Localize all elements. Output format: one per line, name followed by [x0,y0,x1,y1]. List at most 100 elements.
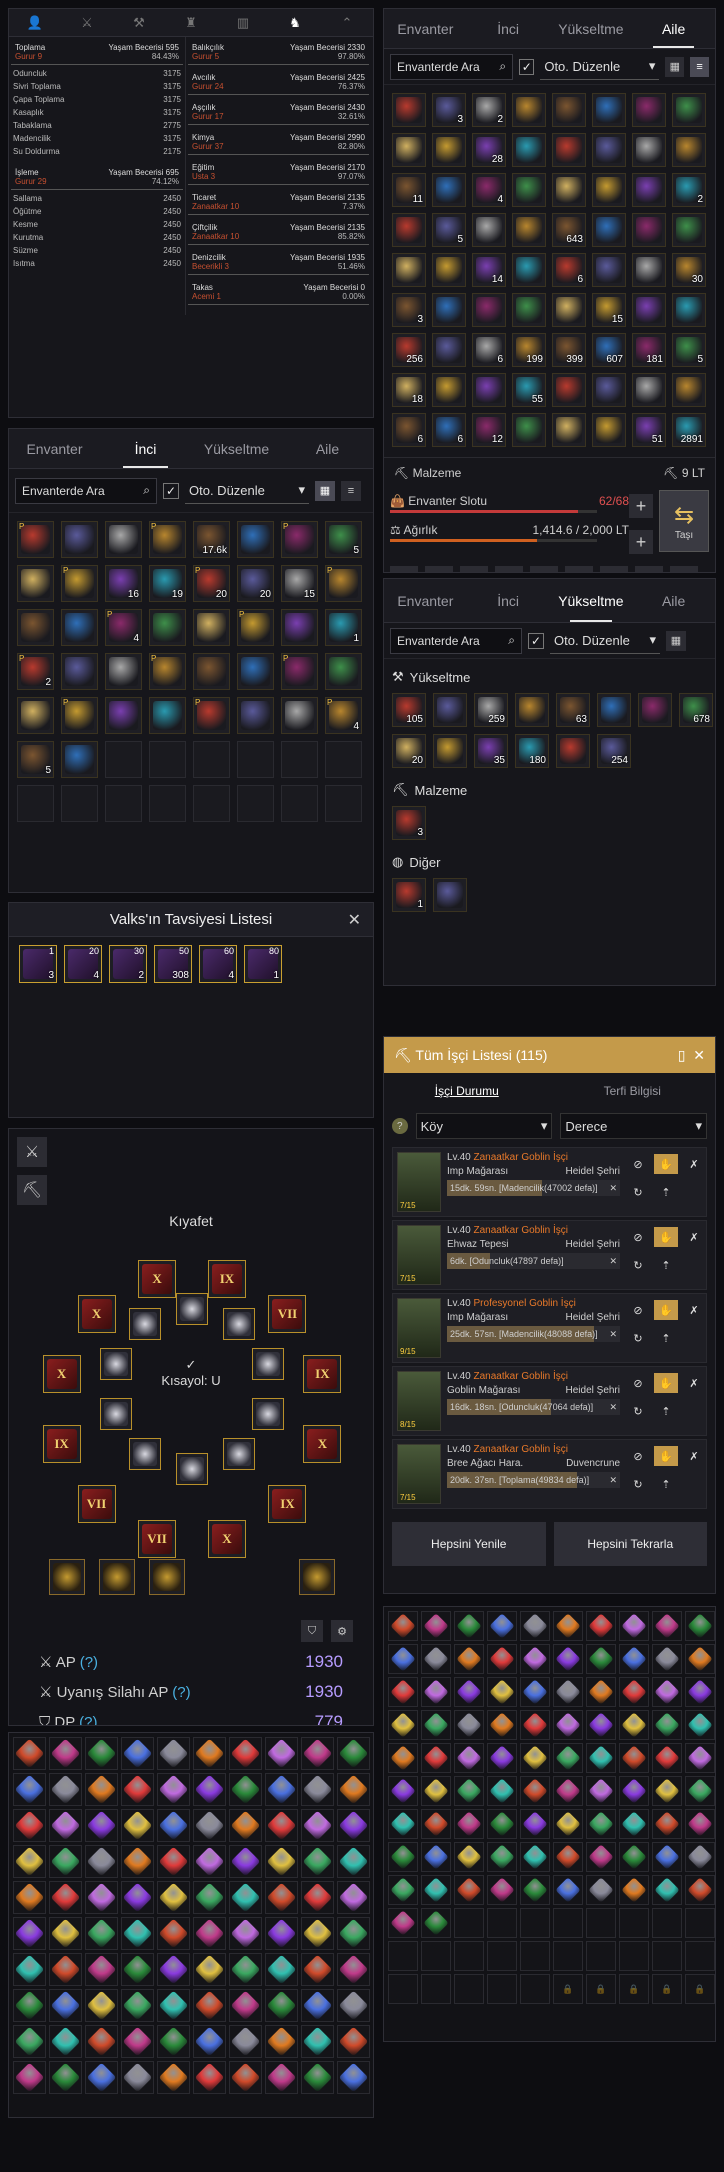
no-food-icon[interactable]: ⊘ [626,1446,650,1466]
flask-icon[interactable]: ⚗ [565,566,593,572]
item-slot[interactable]: P 20 [193,565,230,602]
add-weight-button[interactable]: + [629,530,653,554]
crystal-slot[interactable] [85,1881,118,1914]
crystal-slot[interactable] [619,1743,649,1773]
search-input[interactable]: Envanterde Ara ⌕ [390,53,514,80]
item-slot[interactable]: P4 [325,697,362,734]
user-icon[interactable]: 👤 [9,9,61,36]
item-slot[interactable] [61,609,98,646]
crystal-slot[interactable] [421,1644,451,1674]
item-slot[interactable] [632,293,666,327]
item-slot[interactable] [61,521,98,558]
move-button[interactable]: ⇆ Taşı [659,490,709,552]
grid-view-icon[interactable]: ▦ [666,630,686,651]
worker-row[interactable]: 8/15 Lv.40 Zanaatkar Goblin İşçi Goblin Ma… [392,1366,707,1436]
crystal-slot[interactable] [229,1773,262,1806]
crystal-slot[interactable] [652,1677,682,1707]
costume-slot[interactable] [176,1293,208,1325]
auto-sort-select[interactable]: Oto. Düzenle ▾ [185,478,309,504]
crystal-slot[interactable] [652,1776,682,1806]
crystal-slot[interactable] [586,1677,616,1707]
item-slot[interactable]: 19 [149,565,186,602]
upgrade-icon[interactable]: ⇡ [654,1401,678,1421]
crystal-slot[interactable] [487,1710,517,1740]
item-slot[interactable]: 2891 [672,413,706,447]
crystal-slot[interactable] [49,1773,82,1806]
auto-sort-checkbox[interactable]: ✓ [163,482,179,499]
item-slot[interactable] [632,173,666,207]
gear-slot[interactable]: IX [207,1259,246,1298]
crystal-slot[interactable] [487,1776,517,1806]
crystal-slot[interactable] [49,1917,82,1950]
crystal-slot[interactable] [685,1677,715,1707]
crystal-slot[interactable] [454,1809,484,1839]
cancel-icon[interactable]: ✕ [609,1183,617,1194]
life-skill-block[interactable]: Ticaret Yaşam Becerisi 2135 Zanaatkar 10 7.… [188,191,369,215]
crystal-slot[interactable] [13,1953,46,1986]
crystal-slot[interactable] [85,1773,118,1806]
crystal-slot[interactable] [685,1644,715,1674]
item-slot[interactable]: 199 [512,333,546,367]
hammer-icon[interactable]: ⚒ [600,566,628,572]
item-slot[interactable]: 3 [432,93,466,127]
life-skill-block[interactable]: İşleme Yaşam Becerisi 695 Gurur 29 74.12% [11,166,183,190]
item-slot[interactable]: 1 [392,878,426,912]
crystal-slot[interactable] [553,1776,583,1806]
no-food-icon[interactable]: ⊘ [626,1227,650,1247]
crystal-slot[interactable] [157,1809,190,1842]
restore-icon[interactable]: ↻ [626,1328,650,1348]
gear-slot[interactable]: VII [138,1520,177,1559]
item-slot[interactable]: P [281,653,318,690]
fire-worker-icon[interactable]: ✗ [682,1154,706,1174]
crystal-slot[interactable] [520,1611,550,1641]
item-slot[interactable] [149,697,186,734]
horse-icon[interactable]: ♞ [269,9,321,36]
item-slot[interactable]: 12 [472,413,506,447]
crystal-slot[interactable] [652,1743,682,1773]
item-slot[interactable]: 105 [392,693,426,727]
item-slot[interactable] [632,213,666,247]
crystal-slot[interactable] [49,1845,82,1878]
shield-toggle-icon[interactable]: ⛉ [301,1620,323,1642]
item-slot[interactable] [149,609,186,646]
crystal-slot[interactable] [301,1989,334,2022]
crystal-slot[interactable] [388,1842,418,1872]
crystal-slot[interactable] [454,1710,484,1740]
crystal-slot[interactable] [229,1917,262,1950]
item-slot[interactable]: 180 [515,734,549,768]
crystal-slot[interactable] [520,1842,550,1872]
crystal-slot[interactable] [553,1611,583,1641]
item-slot[interactable] [592,213,626,247]
repeat-all-button[interactable]: Hepsini Tekrarla [553,1522,707,1566]
tab-family[interactable]: Aile [632,579,715,622]
restore-icon[interactable]: ↻ [626,1474,650,1494]
item-slot[interactable] [632,93,666,127]
item-slot[interactable]: 5 [672,333,706,367]
crystal-slot[interactable] [157,1989,190,2022]
crystal-slot[interactable] [265,1773,298,1806]
upgrade-icon[interactable]: ⇡ [654,1474,678,1494]
crest-icon[interactable]: ✪ [425,566,453,572]
item-slot[interactable]: 643 [552,213,586,247]
item-slot[interactable] [325,653,362,690]
item-slot[interactable]: 15 [281,565,318,602]
crystal-slot[interactable] [388,1908,418,1938]
item-slot[interactable] [237,521,274,558]
crystal-slot[interactable] [619,1644,649,1674]
tab-pearl[interactable]: İnci [100,429,191,468]
crystal-slot[interactable] [337,2061,370,2094]
crystal-slot[interactable] [301,1881,334,1914]
gear-slot[interactable]: IX [303,1355,342,1394]
cancel-icon[interactable]: ✕ [609,1475,617,1486]
item-slot[interactable] [392,253,426,287]
crystal-slot[interactable] [265,1953,298,1986]
life-skill-block[interactable]: Balıkçılık Yaşam Becerisi 2330 Gurur 5 97.8… [188,41,369,65]
crystal-slot[interactable] [13,1809,46,1842]
ring-icon[interactable] [99,1559,135,1595]
search-input[interactable]: Envanterde Ara ⌕ [390,627,522,654]
crystal-slot[interactable] [265,1989,298,2022]
costume-slot[interactable] [99,1397,132,1430]
item-slot[interactable] [61,653,98,690]
crystal-slot[interactable] [553,1644,583,1674]
up-arrow-icon[interactable]: ⌃ [321,9,373,36]
